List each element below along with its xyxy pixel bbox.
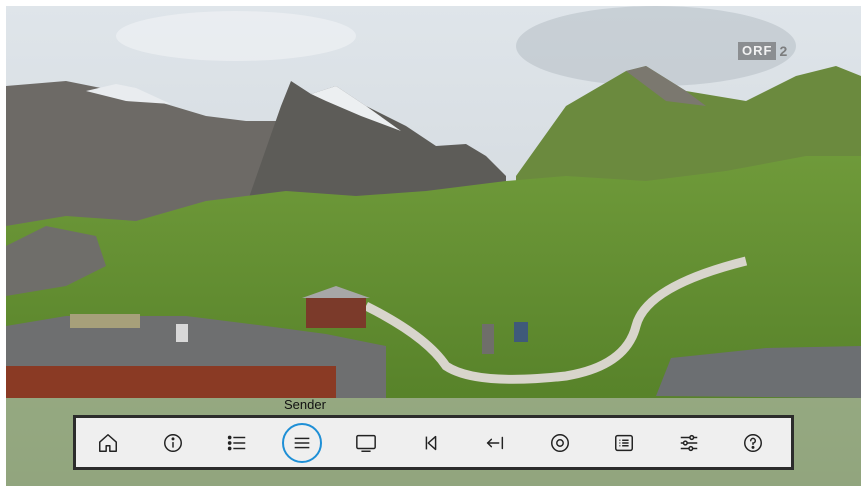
record-button[interactable]	[528, 418, 593, 467]
screen-button[interactable]	[334, 418, 399, 467]
skip-back-button[interactable]	[399, 418, 464, 467]
guide-list-icon	[615, 434, 634, 451]
guide-button[interactable]	[592, 418, 657, 467]
channel-logo-number: 2	[779, 43, 788, 59]
sliders-icon	[680, 434, 697, 451]
channel-logo-text: ORF	[738, 42, 777, 60]
settings-button[interactable]	[657, 418, 722, 467]
arrow-left-bar-icon	[486, 436, 504, 449]
tv-screen-icon	[356, 434, 377, 452]
channel-logo: ORF 2	[738, 42, 787, 60]
video-frame: ORF 2	[6, 6, 861, 486]
skip-back-icon	[425, 435, 437, 450]
home-button[interactable]	[76, 418, 141, 467]
list-button[interactable]	[205, 418, 270, 467]
bullet-list-icon	[228, 435, 246, 450]
channels-button[interactable]	[270, 418, 335, 467]
help-icon	[744, 433, 763, 452]
help-button[interactable]	[721, 418, 786, 467]
info-button[interactable]	[141, 418, 206, 467]
info-icon	[163, 433, 182, 452]
player-toolbar	[73, 415, 794, 470]
focus-ring	[281, 422, 322, 463]
record-icon	[550, 433, 569, 452]
button-tooltip: Sender	[284, 397, 326, 412]
back-button[interactable]	[463, 418, 528, 467]
home-icon	[99, 433, 118, 452]
